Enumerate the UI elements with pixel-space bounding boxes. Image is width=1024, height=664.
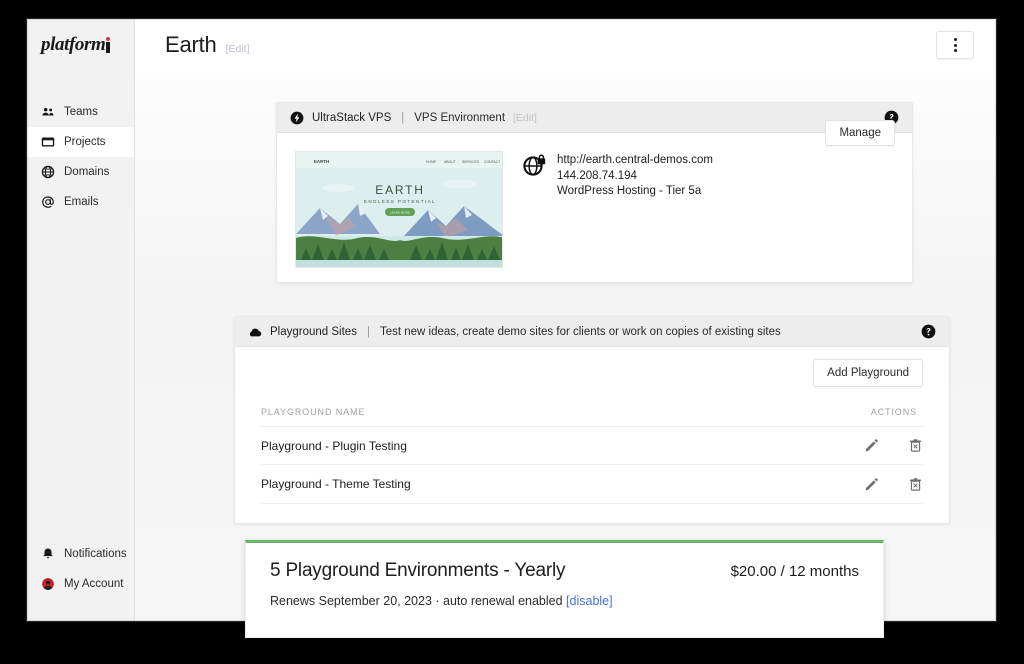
svg-text:ABOUT: ABOUT [444,160,456,164]
add-playground-button[interactable]: Add Playground [813,359,923,387]
page-title-edit-link[interactable]: [Edit] [226,43,250,55]
environment-subtitle: VPS Environment [414,112,505,124]
disable-auto-renewal-link[interactable]: [disable] [566,594,613,608]
lightning-bolt-icon [290,111,304,125]
pencil-icon[interactable] [864,438,879,453]
sidebar: platform Teams Projects [27,19,135,621]
row-actions [683,427,923,465]
playground-name: Playground - Plugin Testing [261,427,683,465]
globe-lock-icon [523,154,547,176]
trash-icon[interactable] [908,438,923,453]
sidebar-item-label: Domains [64,166,109,178]
pencil-icon[interactable] [864,477,879,492]
bell-icon [41,547,55,561]
kebab-menu-icon[interactable] [936,31,974,59]
svg-text:SERVICES: SERVICES [462,160,480,164]
site-plan: WordPress Hosting - Tier 5a [557,184,713,200]
svg-text:EARTH: EARTH [375,183,424,197]
playground-title: Playground Sites [270,326,357,338]
sidebar-item-my-account[interactable]: My Account [27,569,134,599]
globe-icon [41,165,55,179]
main-area: Earth [Edit] UltraStack VPS | [135,19,996,621]
sidebar-item-label: Teams [64,106,98,118]
sidebar-item-label: Projects [64,136,106,148]
table-row[interactable]: Playground - Plugin Testing [261,427,923,465]
sidebar-item-emails[interactable]: Emails [27,187,134,217]
sidebar-item-label: Emails [64,196,99,208]
subscription-card-body: 5 Playground Environments - Yearly $20.0… [246,543,883,625]
content-scroll-area: UltraStack VPS | VPS Environment [Edit] [135,71,996,621]
app-window: platform Teams Projects [26,18,997,622]
playground-table: PLAYGROUND NAME ACTIONS Playground - Plu… [261,407,923,504]
trash-icon[interactable] [908,477,923,492]
environment-header-separator: | [401,112,404,124]
environment-card-header: UltraStack VPS | VPS Environment [Edit] [277,103,912,133]
thumb-logo: EARTH [314,159,329,164]
account-avatar-icon [41,577,55,591]
column-header-name: PLAYGROUND NAME [261,407,683,427]
site-thumbnail-image: EARTH HOME ABOUT SERVICES CONTACT EARTH … [296,152,503,268]
sidebar-item-projects[interactable]: Projects [27,127,134,157]
playground-card-body: Add Playground PLAYGROUND NAME ACTIONS [235,347,949,504]
svg-text:HOME: HOME [426,160,437,164]
screenshot-canvas: platform Teams Projects [0,0,1024,664]
brand-logo-text: platform [41,34,105,56]
sidebar-item-notifications[interactable]: Notifications [27,539,134,569]
at-sign-icon [41,195,55,209]
svg-text:LEARN MORE: LEARN MORE [390,211,410,215]
svg-text:CONTACT: CONTACT [484,160,500,164]
table-row[interactable]: Playground - Theme Testing [261,465,923,503]
site-ip: 144.208.74.194 [557,169,713,185]
people-icon [41,105,55,119]
svg-text:ENDLESS POTENTIAL: ENDLESS POTENTIAL [364,199,436,204]
playground-header-separator: | [367,326,370,338]
environment-card: UltraStack VPS | VPS Environment [Edit] [276,102,913,283]
playground-sites-card: Playground Sites | Test new ideas, creat… [234,316,950,524]
row-actions [683,465,923,503]
column-header-actions: ACTIONS [683,407,923,427]
environment-title: UltraStack VPS [312,112,391,124]
site-url[interactable]: http://earth.central-demos.com [557,153,713,169]
playground-name: Playground - Theme Testing [261,465,683,503]
subscription-renew-text: Renews September 20, 2023 · auto renewal… [270,594,563,608]
subscription-card: 5 Playground Environments - Yearly $20.0… [245,540,884,638]
environment-card-body: EARTH HOME ABOUT SERVICES CONTACT EARTH … [277,133,912,286]
sidebar-item-label: Notifications [64,548,127,560]
cloud-icon [248,325,262,339]
table-header-row: PLAYGROUND NAME ACTIONS [261,407,923,427]
site-thumbnail[interactable]: EARTH HOME ABOUT SERVICES CONTACT EARTH … [295,151,503,268]
subscription-price: $20.00 / 12 months [731,563,859,580]
brand-logo[interactable]: platform [27,19,134,71]
brand-logo-mark [106,37,110,53]
manage-button[interactable]: Manage [825,120,895,146]
subscription-title: 5 Playground Environments - Yearly [270,560,565,582]
page-title: Earth [165,32,217,58]
playground-subtitle: Test new ideas, create demo sites for cl… [380,326,781,338]
help-circle-icon[interactable] [921,324,936,339]
playground-card-header: Playground Sites | Test new ideas, creat… [235,317,949,347]
sidebar-nav: Teams Projects [27,97,134,217]
sidebar-item-teams[interactable]: Teams [27,97,134,127]
sidebar-nav-bottom: Notifications My Account [27,539,134,599]
subscription-renewal-info: Renews September 20, 2023 · auto renewal… [270,594,859,608]
sidebar-item-label: My Account [64,578,123,590]
topbar: Earth [Edit] [135,19,996,71]
folder-icon [41,135,55,149]
environment-edit-link[interactable]: [Edit] [513,112,537,124]
sidebar-item-domains[interactable]: Domains [27,157,134,187]
site-info: http://earth.central-demos.com 144.208.7… [523,151,713,268]
